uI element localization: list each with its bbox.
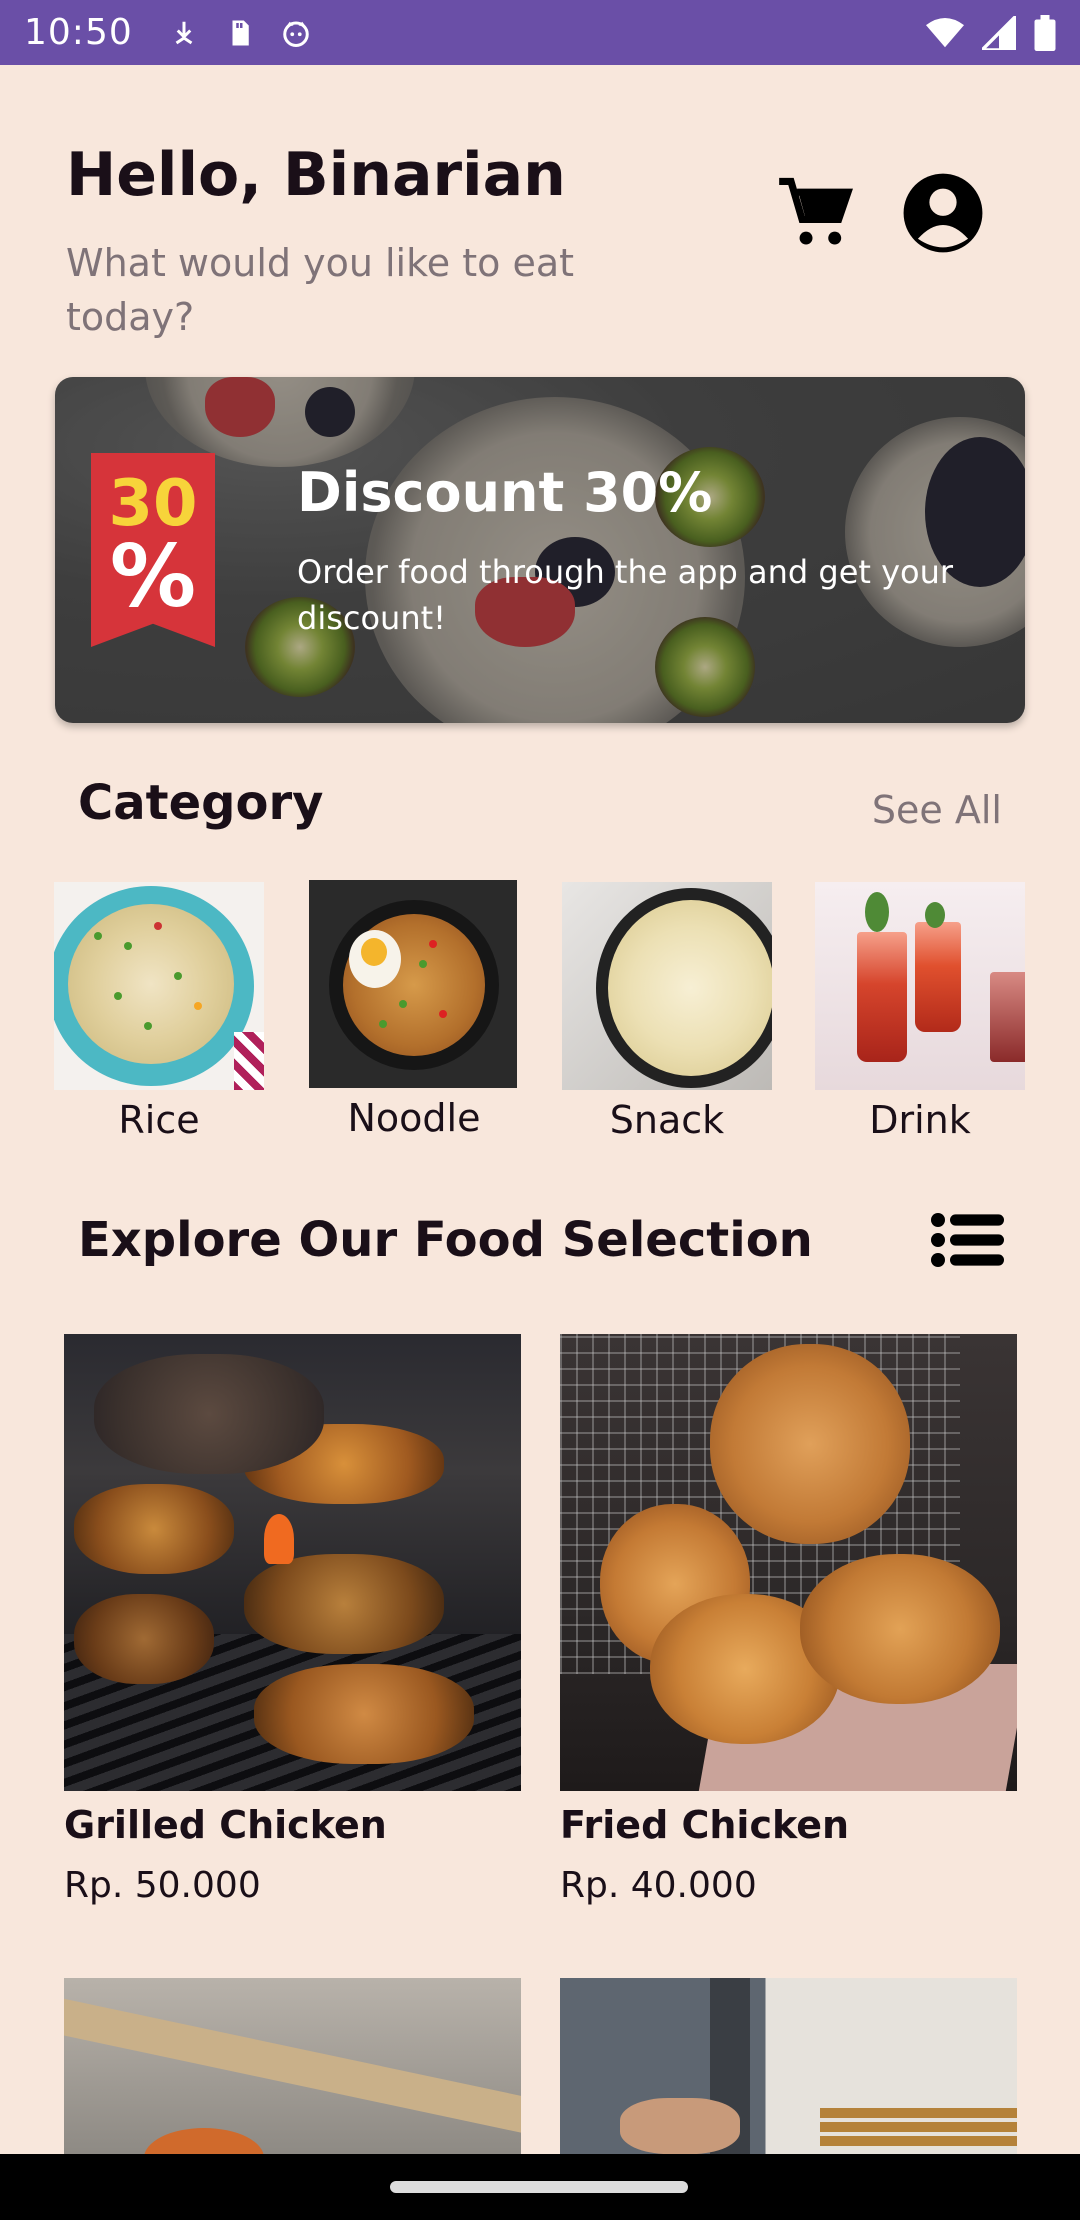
food-price: Rp. 50.000 <box>64 1865 261 1906</box>
rice-image <box>54 882 264 1090</box>
snack-image <box>562 882 772 1090</box>
badge-percent: % <box>109 527 197 627</box>
category-title: Category <box>78 775 324 831</box>
greeting-title: Hello, Binarian <box>66 140 566 210</box>
signal-icon <box>982 15 1016 50</box>
discount-badge: 30 % <box>91 453 215 647</box>
category-label: Drink <box>869 1098 971 1142</box>
category-item-snack[interactable]: Snack <box>562 882 772 1142</box>
profile-icon[interactable] <box>900 170 986 256</box>
drink-image <box>815 882 1025 1090</box>
status-bar: 10:50 <box>0 0 1080 65</box>
greeting-subtitle: What would you like to eat today? <box>66 241 575 339</box>
food-image-partial <box>64 1978 521 2154</box>
category-item-rice[interactable]: Rice <box>54 882 264 1142</box>
cart-icon[interactable] <box>772 170 858 256</box>
food-name: Grilled Chicken <box>64 1803 387 1847</box>
food-price: Rp. 40.000 <box>560 1865 757 1906</box>
banner-title: Discount 30% <box>297 461 713 524</box>
category-item-drink[interactable]: Drink <box>815 882 1025 1142</box>
food-image-partial <box>560 1978 1017 2154</box>
cat-face-icon <box>283 21 309 47</box>
download-icon <box>175 21 193 44</box>
sd-card-icon <box>232 20 249 45</box>
category-label: Rice <box>118 1098 200 1142</box>
food-card-partial[interactable] <box>560 1978 1017 2154</box>
fried-chicken-image <box>560 1334 1017 1791</box>
status-left-icons <box>169 18 311 48</box>
navigation-bar <box>0 2154 1080 2220</box>
discount-banner[interactable]: 30 % Discount 30% Order food through the… <box>55 377 1025 723</box>
status-time: 10:50 <box>24 12 133 53</box>
category-label: Noodle <box>347 1096 481 1140</box>
category-label: Snack <box>609 1098 725 1142</box>
battery-icon <box>1034 14 1056 51</box>
banner-text: Order food through the app and get your … <box>297 553 954 637</box>
home-gesture-handle[interactable] <box>390 2181 688 2193</box>
grilled-chicken-image <box>64 1334 521 1791</box>
status-right-icons <box>926 14 1056 51</box>
food-card-fried-chicken[interactable]: Fried Chicken Rp. 40.000 <box>560 1334 1017 1906</box>
list-view-icon[interactable] <box>930 1212 1004 1268</box>
see-all-link[interactable]: See All <box>872 788 1002 832</box>
food-section-title: Explore Our Food Selection <box>78 1212 813 1268</box>
food-name: Fried Chicken <box>560 1803 850 1847</box>
food-card-grilled-chicken[interactable]: Grilled Chicken Rp. 50.000 <box>64 1334 521 1906</box>
category-item-noodle[interactable]: Noodle <box>309 880 519 1140</box>
food-card-partial[interactable] <box>64 1978 521 2154</box>
wifi-icon <box>926 17 964 47</box>
noodle-image <box>309 880 517 1088</box>
